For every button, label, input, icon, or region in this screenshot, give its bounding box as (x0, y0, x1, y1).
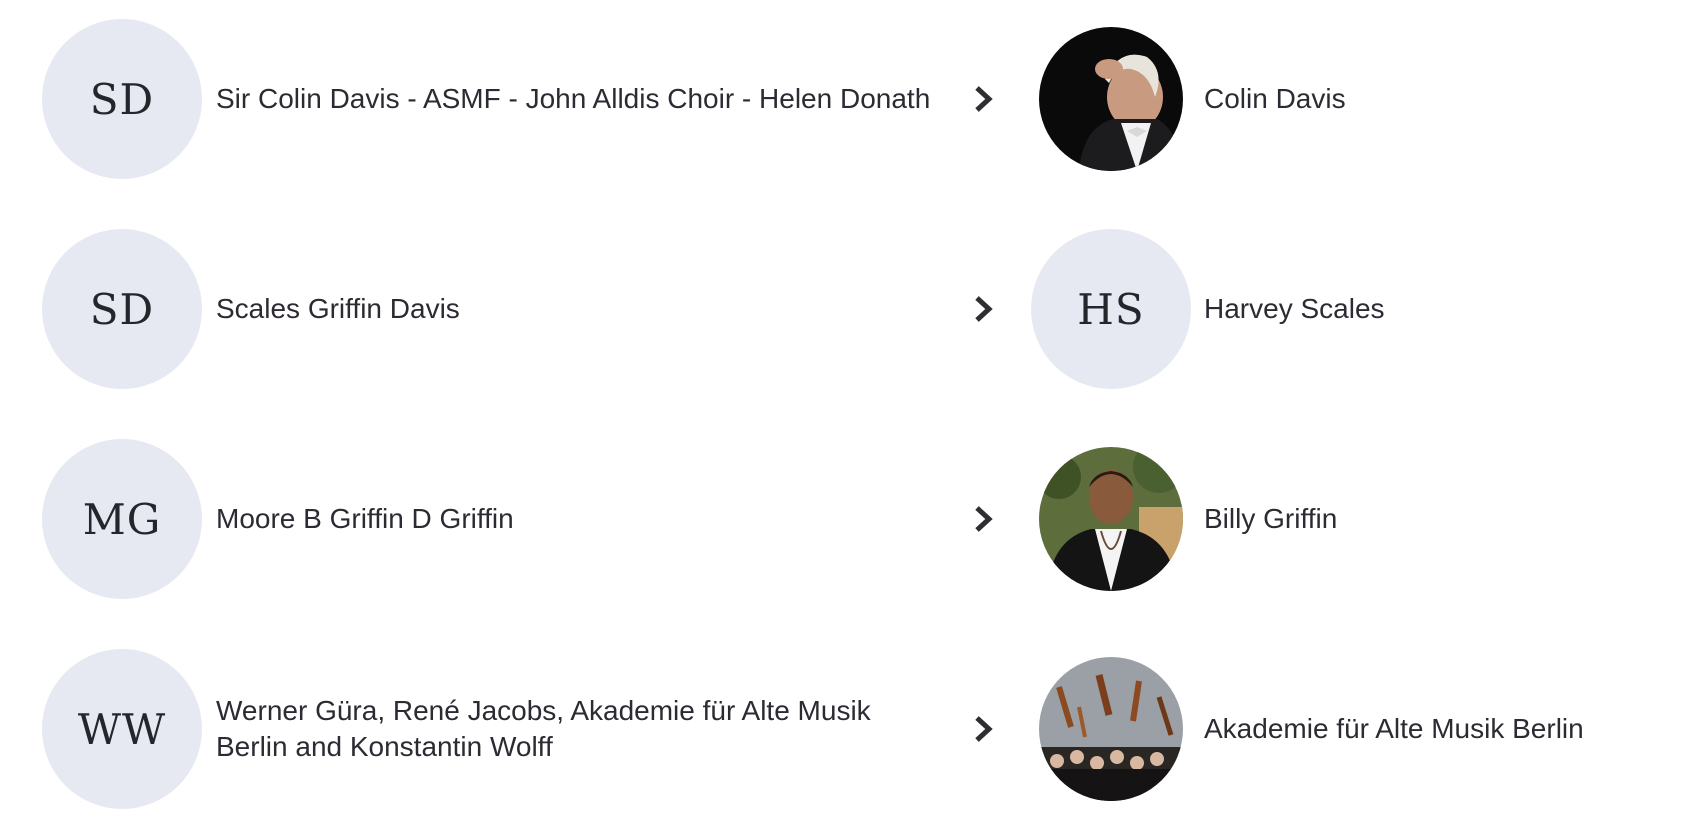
chevron-right-icon (966, 291, 1000, 327)
target-name: Akademie für Alte Musik Berlin (1204, 713, 1584, 744)
chevron-right-icon (966, 81, 1000, 117)
mapping-row-1[interactable]: SD Sir Colin Davis - ASMF - John Alldis … (0, 19, 1708, 179)
chevron-right-icon (966, 711, 1000, 747)
source-avatar: SD (42, 19, 202, 179)
target-name: Harvey Scales (1204, 293, 1385, 324)
target-name: Colin Davis (1204, 83, 1346, 114)
source-avatar: WW (42, 649, 202, 809)
target-photo-conductor (1039, 27, 1183, 171)
mapping-row-3[interactable]: MG Moore B Griffin D Griffin Billy Griff… (0, 439, 1708, 599)
mapping-row-2[interactable]: SD Scales Griffin Davis HS Harvey Scales (0, 229, 1708, 389)
chevron-right-icon (966, 501, 1000, 537)
mapping-row-4[interactable]: WW Werner Güra, René Jacobs, Akademie fü… (0, 649, 1708, 809)
source-name: Werner Güra, René Jacobs, Akademie für A… (216, 695, 871, 762)
source-avatar: SD (42, 229, 202, 389)
source-avatar: MG (42, 439, 202, 599)
source-name: Sir Colin Davis - ASMF - John Alldis Cho… (216, 83, 931, 114)
source-name: Scales Griffin Davis (216, 293, 460, 324)
target-name: Billy Griffin (1204, 503, 1338, 534)
target-photo-orchestra (1039, 657, 1183, 801)
source-name: Moore B Griffin D Griffin (216, 503, 514, 534)
target-photo-singer (1039, 447, 1183, 591)
target-avatar: HS (1031, 229, 1191, 389)
